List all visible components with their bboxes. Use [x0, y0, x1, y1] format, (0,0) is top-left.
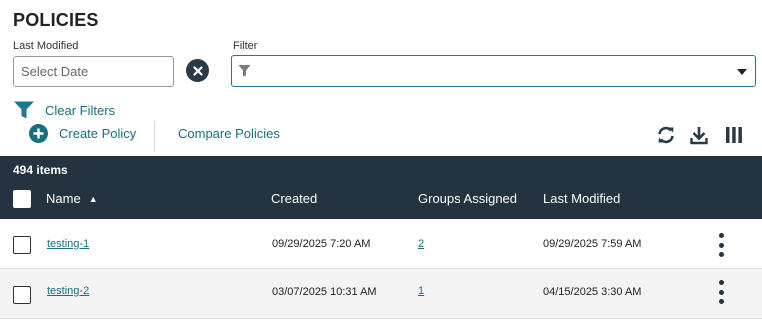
funnel-icon: [238, 65, 251, 77]
download-icon: [690, 127, 708, 145]
clear-date-button[interactable]: [186, 59, 209, 82]
page-title: POLICIES: [13, 10, 99, 30]
download-button[interactable]: [690, 126, 708, 145]
last-modified-date: 09/29/2025 7:59 AM: [543, 238, 642, 250]
last-modified-date: 04/15/2025 3:30 AM: [543, 286, 642, 298]
compare-policies-button[interactable]: Compare Policies: [178, 126, 280, 141]
groups-assigned-link[interactable]: 2: [418, 238, 424, 250]
refresh-icon: [658, 126, 674, 144]
column-header-created[interactable]: Created: [271, 191, 317, 206]
close-icon: [192, 65, 203, 76]
clear-filters-link[interactable]: Clear Filters: [14, 101, 115, 119]
toolbar-divider: [154, 121, 155, 152]
select-all-checkbox[interactable]: [13, 190, 31, 208]
column-header-name[interactable]: Name ▲: [46, 191, 98, 206]
last-modified-label: Last Modified: [13, 40, 79, 52]
item-count: 494 items: [13, 163, 68, 177]
row-actions-menu-icon[interactable]: [715, 280, 727, 304]
column-header-last-modified[interactable]: Last Modified: [543, 191, 620, 206]
filter-icon: [14, 101, 34, 119]
columns-icon: [726, 127, 742, 143]
date-picker-input[interactable]: [13, 56, 174, 87]
add-circle-icon: [29, 124, 48, 143]
column-header-name-label: Name: [46, 191, 81, 206]
sort-ascending-icon: ▲: [88, 193, 98, 204]
table-row: testing-1 09/29/2025 7:20 AM 2 09/29/202…: [0, 219, 762, 269]
row-checkbox[interactable]: [13, 236, 31, 254]
table-header: 494 items Name ▲ Created Groups Assigned…: [0, 156, 762, 219]
refresh-button[interactable]: [656, 126, 676, 144]
created-date: 09/29/2025 7:20 AM: [272, 238, 371, 250]
clear-filters-label: Clear Filters: [45, 102, 116, 118]
row-actions-menu-icon[interactable]: [715, 233, 727, 257]
policy-name-link[interactable]: testing-1: [47, 238, 89, 250]
filter-dropdown[interactable]: [231, 55, 756, 87]
groups-assigned-link[interactable]: 1: [418, 285, 424, 297]
table-row: testing-2 03/07/2025 10:31 AM 1 04/15/20…: [0, 269, 762, 319]
create-policy-button[interactable]: Create Policy: [29, 124, 136, 143]
created-date: 03/07/2025 10:31 AM: [272, 286, 377, 298]
policy-name-link[interactable]: testing-2: [47, 285, 89, 297]
create-policy-label: Create Policy: [59, 126, 137, 141]
columns-button[interactable]: [725, 126, 743, 144]
chevron-down-icon: [737, 69, 747, 75]
row-checkbox[interactable]: [13, 286, 31, 304]
filter-label: Filter: [233, 40, 258, 52]
column-header-groups-assigned[interactable]: Groups Assigned: [418, 191, 517, 206]
